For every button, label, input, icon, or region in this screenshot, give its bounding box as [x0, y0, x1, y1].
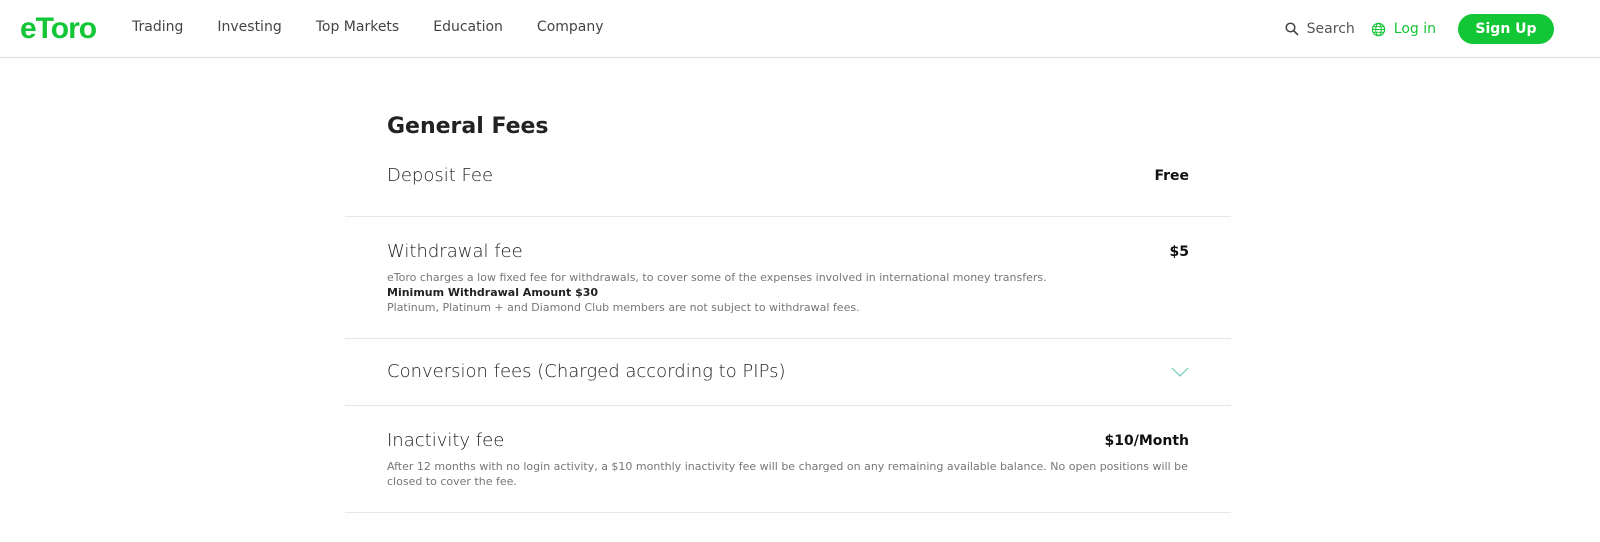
nav-trading[interactable]: Trading — [132, 19, 183, 35]
fee-label: Inactivity fee — [387, 430, 505, 451]
login-link[interactable]: Log in — [1394, 21, 1436, 37]
desc-line: Platinum, Platinum + and Diamond Club me… — [387, 301, 860, 314]
desc-line: eToro charges a low fixed fee for withdr… — [387, 271, 1047, 284]
minimum-withdrawal: Minimum Withdrawal Amount $30 — [387, 286, 599, 299]
fee-description: After 12 months with no login activity, … — [387, 460, 1188, 488]
etoro-logo[interactable]: eToro — [20, 12, 97, 46]
fee-value: $5 — [1169, 243, 1189, 260]
fee-label: Conversion fees (Charged according to PI… — [387, 361, 786, 382]
chevron-down-icon[interactable] — [1171, 367, 1189, 377]
fee-value: $10/Month — [1104, 432, 1189, 449]
search-label: Search — [1306, 21, 1355, 37]
nav-company[interactable]: Company — [537, 19, 604, 35]
nav-top-markets[interactable]: Top Markets — [316, 19, 400, 35]
fee-row-deposit: Deposit Fee Free — [345, 139, 1231, 217]
sign-up-button[interactable]: Sign Up — [1458, 14, 1554, 44]
general-fees-section: General Fees Deposit Fee Free Withdrawal … — [345, 58, 1231, 513]
fee-row-conversion[interactable]: Conversion fees (Charged according to PI… — [345, 339, 1231, 406]
main-nav: Trading Investing Top Markets Education … — [132, 19, 604, 35]
fee-label: Deposit Fee — [387, 165, 494, 186]
section-title: General Fees — [387, 114, 549, 139]
fee-value: Free — [1154, 167, 1189, 184]
search-icon — [1285, 22, 1299, 36]
globe-icon[interactable] — [1371, 22, 1386, 37]
nav-investing[interactable]: Investing — [217, 19, 281, 35]
search-button[interactable]: Search — [1285, 21, 1355, 37]
nav-education[interactable]: Education — [433, 19, 503, 35]
fee-label: Withdrawal fee — [387, 241, 523, 262]
fee-row-inactivity: Inactivity fee $10/Month After 12 months … — [345, 406, 1231, 513]
fee-description: eToro charges a low fixed fee for withdr… — [387, 270, 1189, 315]
header: eToro Trading Investing Top Markets Educ… — [0, 0, 1600, 58]
fee-row-withdrawal: Withdrawal fee $5 eToro charges a low fix… — [345, 217, 1231, 339]
